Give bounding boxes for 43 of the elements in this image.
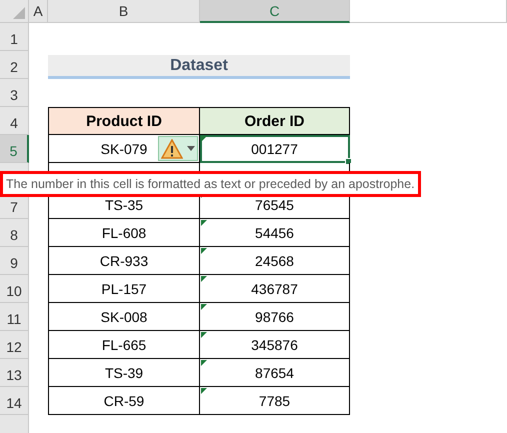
table-cell: SK-008 bbox=[100, 308, 148, 324]
row-header[interactable]: 3 bbox=[0, 79, 29, 107]
select-all-icon[interactable] bbox=[13, 7, 25, 19]
row-header[interactable] bbox=[0, 415, 29, 433]
table-cell: 24568 bbox=[255, 252, 294, 268]
table-cell: 7785 bbox=[258, 392, 290, 408]
table-cell: TS-35 bbox=[104, 196, 144, 212]
table-cell: 001277 bbox=[251, 140, 298, 156]
table-header: Product ID bbox=[48, 107, 200, 135]
row-header[interactable]: 2 bbox=[0, 51, 29, 79]
row-header[interactable]: 11 bbox=[0, 303, 29, 331]
table-cell: 76545 bbox=[255, 196, 294, 212]
dataset-title: Dataset bbox=[48, 55, 350, 79]
column-header[interactable] bbox=[350, 0, 507, 23]
table-cell: 54456 bbox=[255, 224, 294, 240]
table-cell: 87654 bbox=[255, 364, 294, 380]
error-options-button[interactable] bbox=[158, 136, 198, 161]
row-header[interactable]: 9 bbox=[0, 247, 29, 275]
caret-icon bbox=[187, 146, 195, 151]
row-header[interactable]: 12 bbox=[0, 331, 29, 359]
row-header[interactable]: 14 bbox=[0, 387, 29, 415]
table-cell: PL-157 bbox=[101, 280, 147, 296]
row-header[interactable]: 5 bbox=[0, 135, 29, 163]
row-header[interactable]: 8 bbox=[0, 219, 29, 247]
table-cell: SK-079 bbox=[100, 140, 148, 156]
table-cell: 436787 bbox=[251, 280, 298, 296]
table-cell: TS-39 bbox=[104, 364, 144, 380]
column-header[interactable]: A bbox=[29, 0, 48, 23]
table-cell: FL-665 bbox=[102, 336, 146, 352]
table-cell: CR-59 bbox=[104, 392, 144, 408]
table-cell: 345876 bbox=[251, 336, 298, 352]
row-header[interactable]: 4 bbox=[0, 107, 29, 135]
table-cell: FL-608 bbox=[102, 224, 146, 240]
column-header[interactable]: B bbox=[48, 0, 200, 23]
table-cell: 98766 bbox=[255, 308, 294, 324]
row-header[interactable]: 13 bbox=[0, 359, 29, 387]
column-header[interactable]: C bbox=[200, 0, 350, 23]
warning-icon bbox=[161, 138, 183, 158]
table-cell: CR-933 bbox=[100, 252, 148, 268]
row-header[interactable]: 10 bbox=[0, 275, 29, 303]
table-header: Order ID bbox=[200, 107, 350, 135]
error-tooltip: The number in this cell is formatted as text or preceded by an apostrophe. bbox=[0, 171, 421, 197]
row-header[interactable]: 1 bbox=[0, 23, 29, 51]
